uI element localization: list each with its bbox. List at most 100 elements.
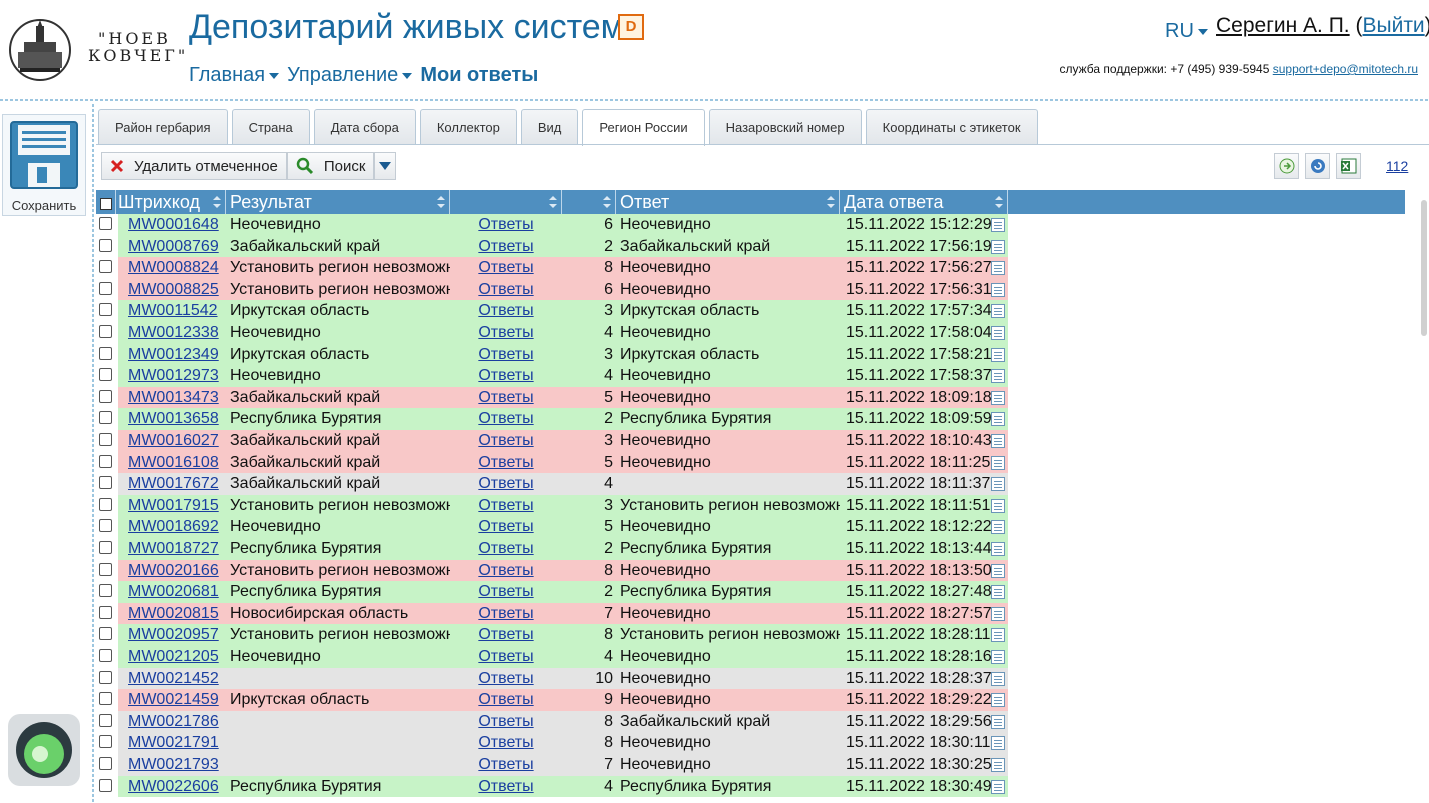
row-checkbox[interactable] [99, 735, 112, 749]
delete-selected-button[interactable]: Удалить отмеченное [101, 152, 287, 180]
answers-link[interactable]: Ответы [478, 583, 533, 600]
row-checkbox[interactable] [99, 692, 112, 706]
excel-button[interactable] [1336, 153, 1361, 179]
answers-link[interactable]: Ответы [478, 734, 533, 751]
calendar-icon[interactable] [991, 563, 1005, 578]
row-checkbox[interactable] [99, 238, 112, 252]
nav-home[interactable]: Главная [189, 64, 280, 87]
answers-link[interactable]: Ответы [478, 626, 533, 643]
refresh-button[interactable] [1305, 153, 1330, 179]
calendar-icon[interactable] [991, 239, 1005, 254]
barcode-link[interactable]: MW0020166 [128, 562, 219, 579]
barcode-link[interactable]: MW0008824 [128, 259, 219, 276]
answers-link[interactable]: Ответы [478, 454, 533, 471]
barcode-link[interactable]: MW0022606 [128, 778, 219, 795]
answers-link[interactable]: Ответы [478, 605, 533, 622]
chat-widget-button[interactable] [8, 714, 80, 786]
tab-species[interactable]: Вид [520, 109, 579, 145]
calendar-icon[interactable] [991, 606, 1005, 621]
barcode-link[interactable]: MW0008769 [128, 238, 219, 255]
row-checkbox[interactable] [99, 605, 112, 619]
answers-link[interactable]: Ответы [478, 670, 533, 687]
answers-link[interactable]: Ответы [478, 713, 533, 730]
row-checkbox[interactable] [99, 562, 112, 576]
barcode-link[interactable]: MW0020815 [128, 605, 219, 622]
calendar-icon[interactable] [991, 326, 1005, 340]
barcode-link[interactable]: MW0001648 [128, 216, 219, 233]
record-count-link[interactable]: 112 [1386, 158, 1408, 174]
tab-nazarov-number[interactable]: Назаровский номер [708, 109, 862, 145]
calendar-icon[interactable] [991, 650, 1005, 664]
answers-link[interactable]: Ответы [478, 410, 533, 427]
language-select[interactable]: RU [1165, 20, 1208, 43]
tab-label-coordinates[interactable]: Координаты с этикеток [865, 109, 1038, 145]
barcode-link[interactable]: MW0018692 [128, 518, 219, 535]
calendar-icon[interactable] [991, 498, 1005, 513]
row-checkbox[interactable] [99, 325, 112, 338]
row-checkbox[interactable] [99, 260, 112, 274]
user-name[interactable]: Серегин А. П. [1216, 14, 1350, 37]
barcode-link[interactable]: MW0013473 [128, 389, 219, 406]
col-answer[interactable]: Ответ [616, 190, 840, 214]
answers-link[interactable]: Ответы [478, 778, 533, 795]
calendar-icon[interactable] [991, 304, 1005, 319]
col-barcode[interactable]: Штрихкод [114, 190, 226, 214]
barcode-link[interactable]: MW0013658 [128, 410, 219, 427]
barcode-link[interactable]: MW0021793 [128, 756, 219, 773]
calendar-icon[interactable] [991, 736, 1005, 751]
calendar-icon[interactable] [991, 585, 1005, 600]
row-checkbox[interactable] [99, 217, 112, 230]
barcode-link[interactable]: MW0020957 [128, 626, 219, 643]
calendar-icon[interactable] [991, 434, 1005, 448]
calendar-icon[interactable] [991, 714, 1005, 729]
col-answers-link[interactable] [450, 190, 562, 214]
logo[interactable]: "НОЕВ КОВЧЕГ" [8, 18, 185, 84]
row-checkbox[interactable] [99, 519, 112, 533]
answers-link[interactable]: Ответы [478, 302, 533, 319]
export-button[interactable] [1274, 153, 1299, 179]
barcode-link[interactable]: MW0017672 [128, 475, 219, 492]
barcode-link[interactable]: MW0021459 [128, 691, 219, 708]
row-checkbox[interactable] [99, 411, 112, 425]
barcode-link[interactable]: MW0021205 [128, 648, 219, 665]
barcode-link[interactable]: MW0021791 [128, 734, 219, 751]
answers-link[interactable]: Ответы [478, 756, 533, 773]
calendar-icon[interactable] [991, 758, 1005, 772]
answers-link[interactable]: Ответы [478, 389, 533, 406]
tab-russia-region[interactable]: Регион России [582, 109, 705, 146]
tab-collection-date[interactable]: Дата сбора [313, 109, 416, 145]
row-checkbox[interactable] [99, 303, 112, 317]
barcode-link[interactable]: MW0017915 [128, 497, 219, 514]
calendar-icon[interactable] [991, 282, 1005, 297]
answers-link[interactable]: Ответы [478, 475, 533, 492]
calendar-icon[interactable] [991, 390, 1005, 405]
search-dropdown-button[interactable] [374, 152, 397, 180]
calendar-icon[interactable] [991, 218, 1005, 232]
answers-link[interactable]: Ответы [478, 367, 533, 384]
answers-link[interactable]: Ответы [478, 497, 533, 514]
save-button[interactable]: Сохранить [2, 114, 86, 216]
calendar-icon[interactable] [991, 369, 1005, 384]
calendar-icon[interactable] [991, 261, 1005, 276]
row-checkbox[interactable] [99, 368, 112, 382]
search-button[interactable]: Поиск [286, 152, 375, 180]
col-result[interactable]: Результат [226, 190, 450, 214]
answers-link[interactable]: Ответы [478, 432, 533, 449]
row-checkbox[interactable] [99, 778, 112, 792]
answers-link[interactable]: Ответы [478, 691, 533, 708]
answers-link[interactable]: Ответы [478, 518, 533, 535]
col-answer-date[interactable]: Дата ответа [840, 190, 1008, 214]
tab-country[interactable]: Страна [231, 109, 310, 145]
answers-link[interactable]: Ответы [478, 324, 533, 341]
calendar-icon[interactable] [991, 347, 1005, 362]
row-checkbox[interactable] [99, 476, 112, 490]
barcode-link[interactable]: MW0018727 [128, 540, 219, 557]
answers-link[interactable]: Ответы [478, 259, 533, 276]
answers-link[interactable]: Ответы [478, 281, 533, 298]
row-checkbox[interactable] [99, 281, 112, 295]
barcode-link[interactable]: MW0012973 [128, 367, 219, 384]
tab-collector[interactable]: Коллектор [419, 109, 517, 145]
tab-herbarium-district[interactable]: Район гербария [98, 109, 228, 145]
barcode-link[interactable]: MW0016108 [128, 454, 219, 471]
nav-my-answers[interactable]: Мои ответы [420, 64, 538, 87]
